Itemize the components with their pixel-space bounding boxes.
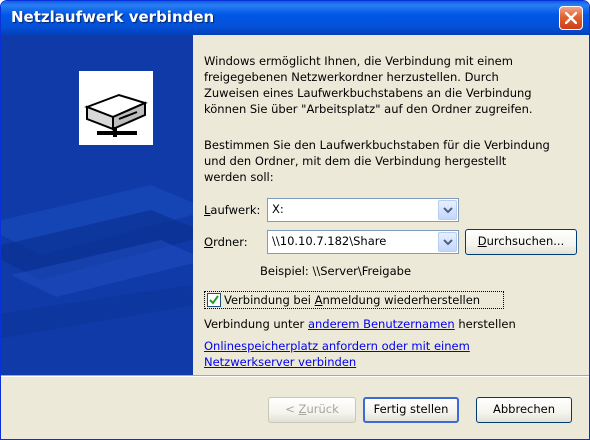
browse-accel: D <box>477 234 487 248</box>
online-storage-link-line[interactable]: Onlinespeicherplatz anfordern oder mit e… <box>204 338 534 354</box>
instruction-line: und den Ordner, mit dem die Verbindung h… <box>204 154 507 168</box>
finish-button[interactable]: Fertig stellen <box>363 397 459 423</box>
drive-dropdown-button[interactable] <box>438 200 457 220</box>
drive-label: Laufwerk: <box>204 202 260 218</box>
reconnect-option[interactable]: Verbindung bei Anmeldung wiederherstelle… <box>204 291 504 309</box>
folder-label-accel: O <box>204 235 214 249</box>
drive-letter-select[interactable]: X: <box>267 198 459 222</box>
folder-path-value: \\10.10.7.182\Share <box>272 234 387 248</box>
reconnect-label-before: Verbindung bei <box>224 293 315 307</box>
reconnect-label-after: nmeldung wiederherstellen <box>322 293 481 307</box>
wizard-side-panel <box>1 35 193 375</box>
dialog-content: Windows ermöglicht Ihnen, die Verbindung… <box>193 35 589 375</box>
back-prefix: < <box>285 402 299 416</box>
reconnect-checkbox[interactable] <box>207 293 221 307</box>
online-storage-link-line[interactable]: Netzwerkserver verbinden <box>204 354 534 370</box>
browse-button[interactable]: Durchsuchen... <box>465 229 577 255</box>
cancel-button[interactable]: Abbrechen <box>476 397 572 423</box>
chevron-down-icon <box>443 207 453 214</box>
back-button[interactable]: < Zurück <box>268 397 356 423</box>
other-user-suffix: herstellen <box>454 317 516 331</box>
instruction-line: werden soll: <box>204 170 274 184</box>
folder-label: Ordner: <box>204 234 248 250</box>
folder-dropdown-button[interactable] <box>438 232 457 252</box>
folder-label-rest: rdner: <box>213 235 248 249</box>
instruction-line: Bestimmen Sie den Laufwerkbuchstaben für… <box>204 138 550 152</box>
network-drive-icon <box>79 71 153 145</box>
other-user-link[interactable]: anderem Benutzernamen <box>308 317 455 331</box>
other-user-line: Verbindung unter anderem Benutzernamen h… <box>204 317 516 331</box>
folder-path-combo[interactable]: \\10.10.7.182\Share <box>267 230 459 254</box>
drive-label-rest: aufwerk: <box>210 203 261 217</box>
browse-rest: urchsuchen... <box>486 234 565 248</box>
online-storage-link[interactable]: Onlinespeicherplatz anfordern oder mit e… <box>204 338 534 370</box>
other-user-prefix: Verbindung unter <box>204 317 308 331</box>
button-bar-divider <box>1 375 589 377</box>
example-text: Beispiel: \\Server\Freigabe <box>260 264 412 278</box>
intro-line: Windows ermöglicht Ihnen, die Verbindung… <box>204 54 513 68</box>
back-rest: urück <box>306 402 339 416</box>
reconnect-label: Verbindung bei Anmeldung wiederherstelle… <box>224 292 480 308</box>
title-bar[interactable]: Netzlaufwerk verbinden <box>1 1 589 35</box>
close-button[interactable] <box>559 6 583 30</box>
window-title: Netzlaufwerk verbinden <box>11 8 215 26</box>
reconnect-label-accel: A <box>314 293 323 307</box>
checkmark-icon <box>209 295 219 305</box>
intro-line: freigegebenen Netzwerkordner herzustelle… <box>204 70 499 84</box>
close-icon <box>565 12 577 24</box>
intro-text: Windows ermöglicht Ihnen, die Verbindung… <box>204 53 582 117</box>
instruction-text: Bestimmen Sie den Laufwerkbuchstaben für… <box>204 137 582 185</box>
intro-line: Zuweisen eines Laufwerkbuchstabens an di… <box>204 86 532 100</box>
dialog-window: Netzlaufwerk verbinden Windows ermöglich… <box>0 0 590 440</box>
drive-letter-value: X: <box>272 202 284 216</box>
intro-line: können Sie über "Arbeitsplatz" auf den O… <box>204 102 533 116</box>
chevron-down-icon <box>443 239 453 246</box>
